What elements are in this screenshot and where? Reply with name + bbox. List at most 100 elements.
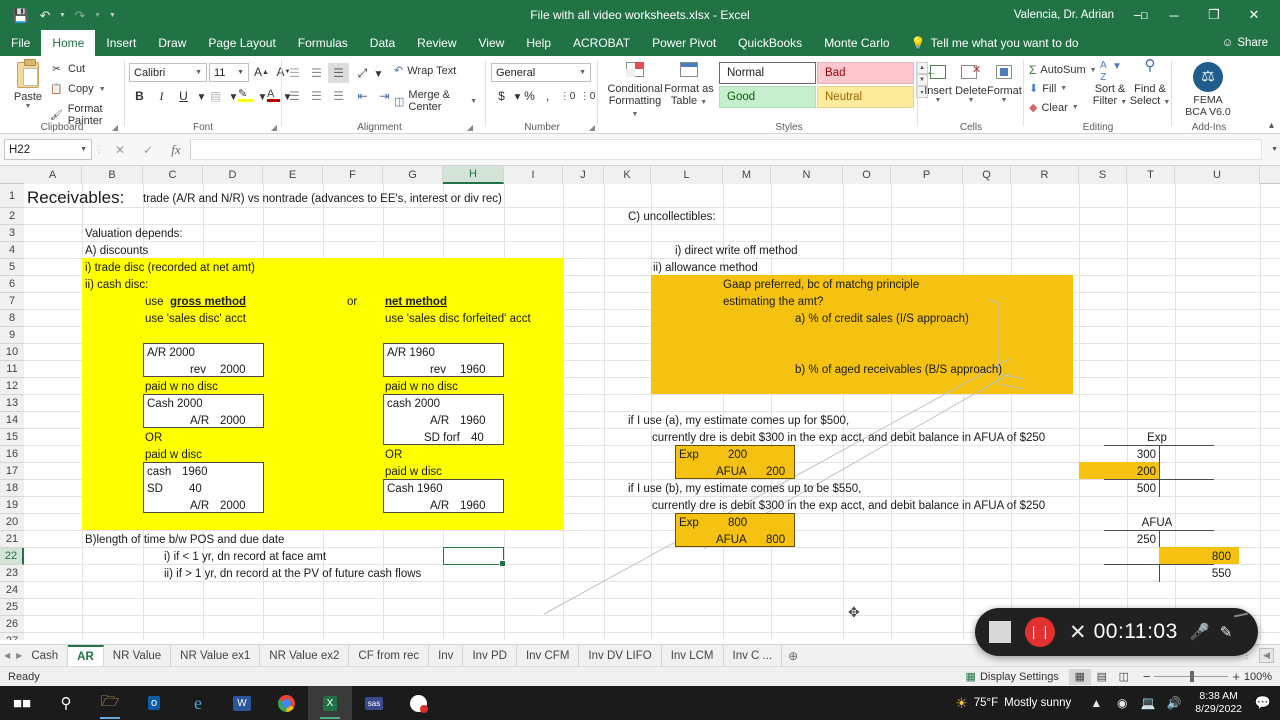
tell-me-search[interactable]: 💡 Tell me what you want to do	[901, 30, 1089, 56]
tab-draw[interactable]: Draw	[147, 30, 197, 56]
align-left-button[interactable]: ☰	[284, 86, 305, 106]
add-sheet-button[interactable]: ⊕	[782, 649, 804, 663]
tab-insert[interactable]: Insert	[95, 30, 147, 56]
pen-icon[interactable]: ✎	[1220, 623, 1233, 641]
tab-home[interactable]: Home	[41, 30, 96, 56]
column-header-M[interactable]: M	[723, 166, 771, 184]
tab-page-layout[interactable]: Page Layout	[197, 30, 286, 56]
format-as-table-button[interactable]: Format as Table ▼	[663, 60, 715, 109]
outlook-icon[interactable]: o	[132, 686, 176, 720]
cancel-formula-icon[interactable]: ✕	[106, 143, 134, 157]
font-size-select[interactable]: 11 ▼	[209, 63, 249, 82]
merge-dropdown-icon[interactable]: ▼	[470, 98, 477, 105]
clear-dropdown-icon[interactable]: ▼	[1072, 104, 1079, 111]
ribbon-display-options-icon[interactable]: ⎯◻	[1128, 0, 1154, 30]
delete-cells-button[interactable]: ✕ Delete ▼	[954, 62, 988, 104]
row-header-10[interactable]: 10	[0, 344, 24, 361]
row-headers[interactable]: 1 2 3 4 5 6 7 8 9 10 11 12 13 14 15 16 1…	[0, 184, 24, 640]
row-header-26[interactable]: 26	[0, 616, 24, 633]
column-header-N[interactable]: N	[771, 166, 843, 184]
horizontal-scrollbar-left-icon[interactable]: ◀	[1259, 648, 1274, 663]
page-layout-view-icon[interactable]: ▤	[1091, 669, 1113, 685]
fill-button[interactable]: ⬇ Fill ▼	[1029, 82, 1067, 96]
sheet-tab-nr-value[interactable]: NR Value	[104, 644, 172, 667]
column-header-F[interactable]: F	[323, 166, 383, 184]
fill-dropdown-icon[interactable]: ▼	[1060, 85, 1067, 92]
sheet-nav-buttons[interactable]: ◀ ▶	[0, 651, 22, 660]
column-header-K[interactable]: K	[604, 166, 651, 184]
excel-icon[interactable]: X	[308, 686, 352, 720]
close-button[interactable]: ✕	[1234, 0, 1274, 30]
copy-button[interactable]: 📋 Copy ▼	[50, 83, 105, 95]
ribbon-tab-strip[interactable]: File Home Insert Draw Page Layout Formul…	[0, 30, 1280, 56]
row-header-23[interactable]: 23	[0, 565, 24, 582]
chevron-up-icon[interactable]: ▲	[1083, 696, 1109, 710]
row-header-27[interactable]: 27	[0, 633, 24, 640]
share-button[interactable]: ☺ Share	[1210, 30, 1280, 56]
chrome-icon[interactable]	[264, 686, 308, 720]
recorder-pause-button[interactable]: ❘❘	[1025, 617, 1055, 647]
formula-input[interactable]	[190, 139, 1262, 160]
bold-button[interactable]: B	[129, 86, 150, 106]
increase-decimal-button[interactable]: ⋮0	[557, 86, 578, 106]
sheet-nav-prev-icon[interactable]: ◀	[4, 651, 10, 660]
tab-view[interactable]: View	[468, 30, 516, 56]
number-format-select[interactable]: General ▼	[491, 63, 591, 82]
column-header-R[interactable]: R	[1011, 166, 1079, 184]
align-center-button[interactable]: ☰	[306, 86, 327, 106]
column-header-E[interactable]: E	[263, 166, 323, 184]
file-explorer-icon[interactable]: 🗁	[88, 686, 132, 720]
row-header-21[interactable]: 21	[0, 531, 24, 548]
style-normal[interactable]: Normal	[719, 62, 816, 84]
zoom-in-button[interactable]: +	[1232, 669, 1240, 684]
align-right-button[interactable]: ☰	[328, 86, 349, 106]
column-header-I[interactable]: I	[504, 166, 563, 184]
clipboard-dialog-launcher[interactable]: ◢	[112, 123, 118, 132]
zoom-out-button[interactable]: −	[1143, 669, 1151, 684]
row-header-22[interactable]: 22	[0, 548, 24, 565]
cells-area[interactable]: Receivables: trade (A/R and N/R) vs nont…	[24, 184, 1280, 640]
zoom-level-label[interactable]: 100%	[1240, 671, 1272, 683]
sheet-tab-inv-dv-lifo[interactable]: Inv DV LIFO	[579, 644, 662, 667]
minimize-button[interactable]: ─	[1154, 0, 1194, 30]
style-bad[interactable]: Bad	[817, 62, 914, 84]
insert-cells-dropdown-icon[interactable]: ▼	[921, 97, 955, 104]
increase-indent-button[interactable]: ⇥	[374, 86, 395, 106]
sheet-tab-cf-from-rec[interactable]: CF from rec	[349, 644, 430, 667]
collapse-ribbon-icon[interactable]: ▴	[1269, 120, 1274, 131]
sort-filter-dropdown-icon[interactable]: ▼	[1120, 99, 1127, 106]
paste-dropdown-icon[interactable]: ▼	[6, 103, 50, 110]
column-header-A[interactable]: A	[24, 166, 82, 184]
row-header-24[interactable]: 24	[0, 582, 24, 599]
search-icon[interactable]: ⚲	[44, 686, 88, 720]
delete-cells-dropdown-icon[interactable]: ▼	[954, 97, 988, 104]
row-header-25[interactable]: 25	[0, 599, 24, 616]
zoom-slider-track[interactable]	[1154, 671, 1229, 682]
row-header-13[interactable]: 13	[0, 395, 24, 412]
tab-formulas[interactable]: Formulas	[287, 30, 359, 56]
style-neutral[interactable]: Neutral	[817, 86, 914, 108]
selected-cell-H22[interactable]	[443, 547, 506, 567]
restore-button[interactable]: ❐	[1194, 0, 1234, 30]
network-icon[interactable]: 💻	[1135, 696, 1161, 710]
row-header-15[interactable]: 15	[0, 429, 24, 446]
alignment-dialog-launcher[interactable]: ◢	[467, 123, 473, 132]
zoom-slider-thumb[interactable]	[1190, 671, 1195, 682]
clear-button[interactable]: ◆ Clear ▼	[1029, 101, 1079, 115]
onedrive-icon[interactable]: ◉	[1109, 696, 1135, 710]
column-header-O[interactable]: O	[843, 166, 891, 184]
sheet-tab-nr-value-ex2[interactable]: NR Value ex2	[260, 644, 350, 667]
sheet-tab-inv-cfm[interactable]: Inv CFM	[517, 644, 580, 667]
row-header-19[interactable]: 19	[0, 497, 24, 514]
row-header-9[interactable]: 9	[0, 327, 24, 344]
recorder-close-button[interactable]: ✕	[1069, 620, 1087, 645]
column-header-T[interactable]: T	[1127, 166, 1175, 184]
fema-bca-button[interactable]: ⚖ FEMA BCA V6.0	[1181, 60, 1235, 118]
column-header-Q[interactable]: Q	[963, 166, 1011, 184]
notification-icon[interactable]: 💬	[1250, 695, 1276, 711]
screen-recorder-toolbar[interactable]: ❘❘ ✕ 00:11:03 🎤 ✎	[975, 608, 1258, 656]
column-header-L[interactable]: L	[651, 166, 723, 184]
column-headers[interactable]: A B C D E F G H I J K L M N O P Q R S T …	[0, 166, 1280, 184]
decrease-indent-button[interactable]: ⇤	[352, 86, 373, 106]
conditional-formatting-button[interactable]: Conditional Formatting ▼	[605, 60, 665, 121]
